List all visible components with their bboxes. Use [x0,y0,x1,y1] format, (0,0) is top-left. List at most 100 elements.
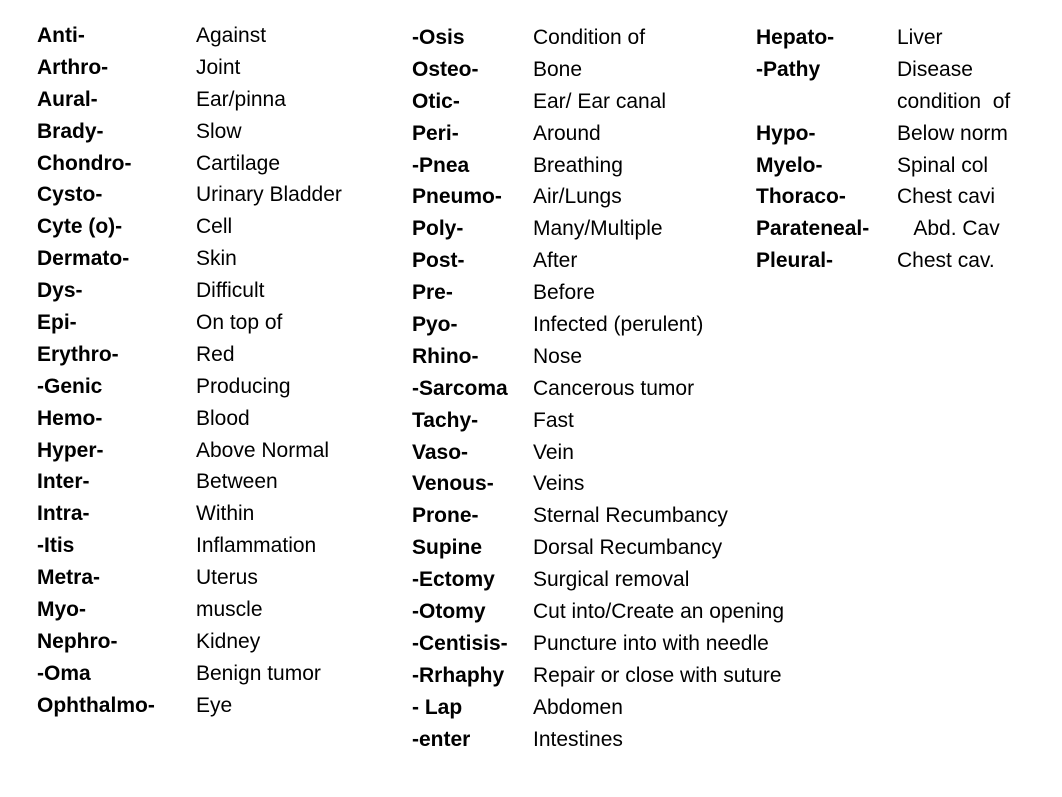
definition: Cell [196,215,233,239]
term: Intra- [37,502,90,526]
definition: Cut into/Create an opening [533,600,785,624]
definition: Abdomen [533,695,623,719]
definition: Chest cavi [897,185,996,209]
term: -Pathy [756,57,821,81]
definition: Vein [533,440,574,464]
definition: Below norm [897,121,1008,145]
term: Hepato- [756,26,835,49]
term: Aural- [37,87,98,111]
term: Peri- [412,121,459,145]
term: Anti- [37,24,85,47]
term: Hyper- [37,438,104,462]
term: Supine [412,536,483,560]
term: -Oma [37,661,91,685]
term: Myo- [37,598,86,622]
definition: Red [196,342,235,366]
definition: Benign tumor [196,661,321,685]
term: Nephro- [37,629,118,653]
term: -Ectomy [412,568,495,592]
definition: Sternal Recumbancy [533,504,728,528]
definition: Ear/ Ear canal [533,89,667,113]
term: Pneumo- [412,185,502,209]
definition: Nose [533,344,583,368]
definition: Before [533,281,595,305]
definition: Urinary Bladder [196,183,342,207]
term: Hemo- [37,406,103,430]
definition: Spinal col [897,153,989,177]
definition: Repair or close with suture [533,663,782,687]
term: Ophthalmo- [37,693,155,717]
definition: Many/Multiple [533,217,663,241]
definition: Veins [533,472,585,496]
term: Venous- [412,472,494,496]
definition: Joint [196,55,241,79]
definition: Producing [196,374,291,398]
term: Poly- [412,217,464,241]
term: Myelo- [756,153,823,177]
definition: On top of [196,311,283,335]
term: Post- [412,249,465,273]
term: Cysto- [37,183,103,207]
term: Thoraco- [756,185,846,209]
term: Arthro- [37,55,109,79]
definition: Against [196,24,267,47]
definition: Liver [897,26,943,49]
term: -Centisis- [412,631,508,655]
term: Prone- [412,504,479,528]
definition: Disease [897,57,973,81]
term: Inter- [37,470,90,494]
definition: Within [196,502,255,526]
definition: Uterus [196,566,258,590]
term: Vaso- [412,440,469,464]
term: Epi- [37,311,77,335]
term: Dys- [37,279,83,303]
term: Erythro- [37,342,119,366]
definition: Above Normal [196,438,330,462]
term: Chondro- [37,151,132,175]
term: -Sarcoma [412,376,508,400]
definition: Intestines [533,727,623,751]
definition: Slow [196,119,242,143]
definition: Chest cav. [897,249,995,273]
term: Dermato- [37,247,130,271]
term: -Itis [37,534,75,558]
term: Brady- [37,119,104,143]
definition: Breathing [533,153,623,177]
definition: Fast [533,408,574,432]
definition: Inflammation [196,534,317,558]
term: Pleural- [756,249,834,273]
term: Osteo- [412,57,479,81]
definition: Kidney [196,629,261,653]
definition: Blood [196,406,250,430]
definition: Air/Lungs [533,185,622,209]
definition: Puncture into with needle [533,631,769,655]
definition: Ear/pinna [196,87,286,111]
definition: After [533,249,578,273]
term: Cyte (o)- [37,215,123,239]
term: - Lap [412,695,463,719]
term: Metra- [37,566,101,590]
term: Pyo- [412,313,458,337]
term: -Genic [37,374,103,398]
term: Otic- [412,89,460,113]
term: -Rrhaphy [412,663,505,687]
definition: Skin [196,247,237,271]
definition: Surgical removal [533,568,690,592]
definition: condition of [897,89,1011,113]
definition: Cartilage [196,151,281,175]
definition: Condition of [533,26,646,49]
term: Parateneal- [756,217,870,241]
term: -enter [412,727,471,751]
definition: Eye [196,693,233,717]
term: -Osis [412,26,465,49]
term: Hypo- [756,121,816,145]
term: Pre- [412,281,453,305]
term: Tachy- [412,408,479,432]
definition: Cancerous tumor [533,376,695,400]
definition: Infected (perulent) [533,313,704,337]
term: -Pnea [412,153,470,177]
definition: Abd. Cav [897,217,1000,241]
definition: muscle [196,598,263,622]
definition: Around [533,121,601,145]
definition: Difficult [196,279,265,303]
